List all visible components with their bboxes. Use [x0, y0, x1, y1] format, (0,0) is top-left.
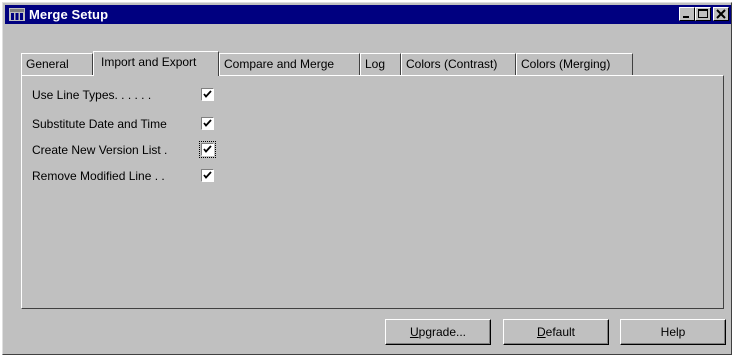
- help-label: Help: [660, 325, 686, 339]
- default-button[interactable]: Default: [503, 319, 609, 345]
- help-button[interactable]: Help: [620, 319, 726, 345]
- upgrade-label: pgrade...: [418, 325, 467, 339]
- default-label: efault: [545, 325, 576, 339]
- tab-label: Compare and Merge: [224, 57, 335, 71]
- minimize-button[interactable]: [679, 7, 695, 21]
- minimize-icon: [683, 16, 689, 18]
- tab-colors-merging[interactable]: Colors (Merging): [516, 53, 633, 75]
- tab-colors-contrast[interactable]: Colors (Contrast): [401, 53, 516, 75]
- option-use-line-types[interactable]: Use Line Types. . . . . .: [32, 87, 214, 103]
- tab-import-and-export[interactable]: Import and Export: [93, 51, 219, 76]
- option-label: Create New Version List .: [32, 143, 168, 157]
- checkmark-icon: [203, 90, 212, 98]
- checkmark-icon: [203, 145, 212, 153]
- tab-label: Colors (Merging): [521, 57, 611, 71]
- close-icon: [716, 9, 726, 19]
- tab-label: Colors (Contrast): [406, 57, 498, 71]
- tab-compare-and-merge[interactable]: Compare and Merge: [219, 53, 360, 75]
- option-substitute-date-time[interactable]: Substitute Date and Time: [32, 116, 214, 132]
- option-label: Use Line Types. . . . . .: [32, 88, 152, 102]
- title-bar[interactable]: Merge Setup: [5, 5, 731, 24]
- upgrade-button[interactable]: Upgrade...: [385, 319, 491, 345]
- upgrade-mnemonic: U: [409, 325, 419, 339]
- import-export-panel: Use Line Types. . . . . . Substitute Dat…: [21, 75, 724, 309]
- tab-label: Import and Export: [101, 55, 197, 69]
- tab-log[interactable]: Log: [360, 53, 401, 75]
- close-button[interactable]: [713, 7, 729, 21]
- tab-label: General: [26, 57, 69, 71]
- create-new-version-list-checkbox[interactable]: [199, 141, 216, 158]
- maximize-icon: [698, 9, 708, 18]
- substitute-date-time-checkbox[interactable]: [201, 117, 214, 130]
- option-label: Substitute Date and Time: [32, 117, 167, 131]
- app-icon: [9, 8, 25, 21]
- checkmark-icon: [203, 119, 212, 127]
- use-line-types-checkbox[interactable]: [201, 88, 214, 101]
- option-remove-modified-line[interactable]: Remove Modified Line . .: [32, 168, 214, 184]
- maximize-button[interactable]: [695, 7, 711, 21]
- checkmark-icon: [203, 171, 212, 179]
- remove-modified-line-checkbox[interactable]: [201, 169, 214, 182]
- option-create-new-version-list[interactable]: Create New Version List .: [32, 141, 216, 158]
- option-label: Remove Modified Line . .: [32, 169, 165, 183]
- merge-setup-window: Merge Setup General Import and Export Co…: [2, 2, 732, 355]
- window-title: Merge Setup: [29, 7, 109, 22]
- default-mnemonic: D: [536, 325, 546, 339]
- tab-label: Log: [365, 57, 386, 71]
- tab-general[interactable]: General: [21, 53, 93, 75]
